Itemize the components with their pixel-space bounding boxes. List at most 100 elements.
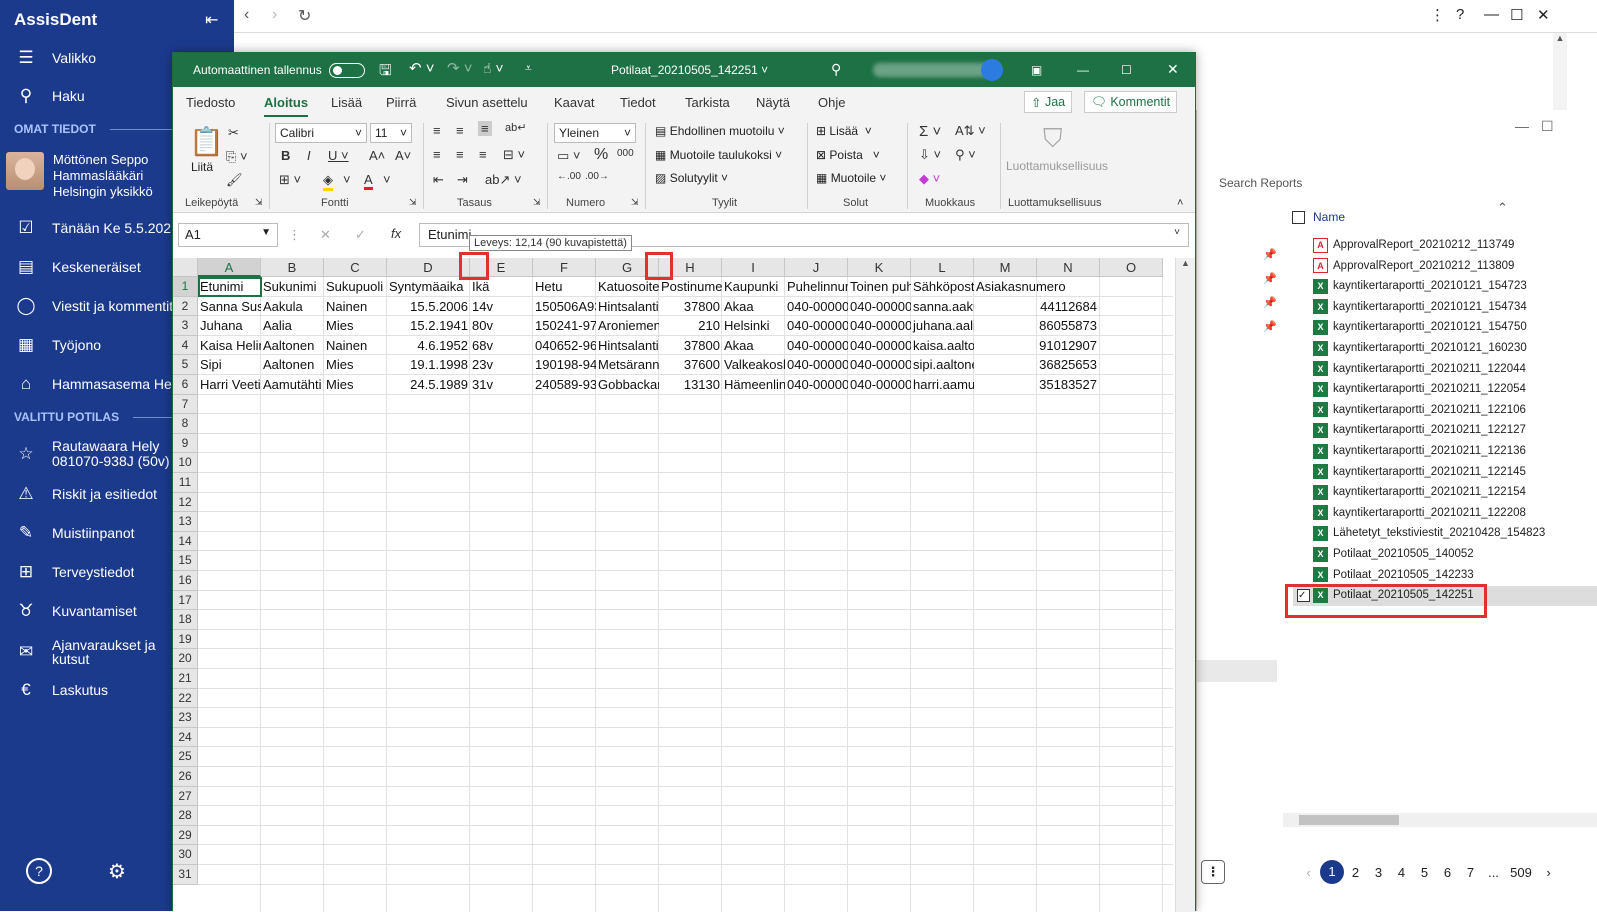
header-cell[interactable]: Puhelinnumero — [785, 277, 848, 296]
row-header[interactable]: 7 — [173, 394, 198, 415]
row-header[interactable]: 2 — [173, 296, 198, 317]
row-header[interactable]: 8 — [173, 414, 198, 434]
header-cell[interactable]: Sähköposti — [911, 277, 974, 296]
table-cell[interactable]: 040-00000 — [785, 336, 848, 355]
ribbon-display-icon[interactable]: ▣ — [1031, 63, 1042, 77]
page-2[interactable]: 2 — [1344, 865, 1367, 880]
number-format-select[interactable]: Yleinen ˅ — [554, 123, 636, 143]
tab-formulas[interactable]: Kaavat — [554, 95, 594, 110]
table-cell[interactable]: Aroniemenkatu — [596, 316, 659, 335]
file-row[interactable]: Xkayntikertaraportti_20210121_154750 — [1313, 317, 1527, 337]
table-cell[interactable]: 150241-97 — [533, 316, 596, 335]
file-row[interactable]: Xkayntikertaraportti_20210121_154723 — [1313, 276, 1527, 296]
refresh-icon[interactable]: ↻ — [298, 6, 311, 26]
page-5[interactable]: 5 — [1413, 865, 1436, 880]
table-cell[interactable]: juhana.aalia — [911, 316, 974, 335]
table-cell[interactable]: 31v — [470, 375, 533, 394]
table-cell[interactable]: 80v — [470, 316, 533, 335]
search-reports-input[interactable]: Search Reports — [1219, 176, 1302, 190]
help-question-icon[interactable]: ? — [1456, 6, 1464, 23]
table-cell[interactable]: 040-00000 — [848, 375, 911, 394]
sort-chevron-icon[interactable]: ⌃ — [1497, 200, 1508, 216]
file-row[interactable]: X Lähetetyt_tekstiviestit_20210428_154823 — [1313, 523, 1545, 543]
row-header[interactable]: 25 — [173, 747, 198, 767]
row-header[interactable]: 19 — [173, 629, 198, 650]
more-actions-button[interactable]: ⋮ — [1201, 860, 1225, 884]
table-cell[interactable]: 14v — [470, 297, 533, 316]
table-cell[interactable]: 190198-94 — [533, 355, 596, 374]
row-header[interactable]: 17 — [173, 590, 198, 611]
avatar[interactable] — [981, 59, 1003, 81]
header-cell[interactable]: Toinen puhelin — [848, 277, 911, 296]
row-header[interactable]: 14 — [173, 531, 198, 552]
page-3[interactable]: 3 — [1367, 865, 1390, 880]
table-cell[interactable]: sanna.aakula — [911, 297, 974, 316]
orientation-icon[interactable]: ab↗ ˅ — [485, 172, 522, 188]
table-cell[interactable]: Akaa — [722, 336, 785, 355]
page-last[interactable]: 509 — [1505, 865, 1537, 880]
row-header[interactable]: 5 — [173, 355, 198, 375]
table-cell[interactable]: 150506A93 — [533, 297, 596, 316]
file-row[interactable]: A ApprovalReport_20210212_113749 — [1313, 235, 1514, 255]
table-cell[interactable]: Juhana — [198, 316, 261, 335]
fill-icon[interactable]: ⇩ ˅ — [919, 147, 941, 163]
table-cell[interactable]: 15.5.2006 — [387, 297, 470, 316]
autosum-icon[interactable]: Σ ˅ — [919, 123, 941, 140]
worksheet-grid[interactable]: A B C D E F G H I J K L M N O 1 2 3 4 5 6 7 8 9 10 11 12 13 14 15 16 17… — [173, 252, 1195, 912]
file-row[interactable]: Xkayntikertaraportti_20210121_154734 — [1313, 297, 1527, 317]
row-header[interactable]: 4 — [173, 335, 198, 356]
table-cell[interactable]: Aamutähti — [261, 375, 324, 394]
row-header[interactable]: 28 — [173, 806, 198, 826]
help-icon[interactable]: ? — [26, 858, 52, 884]
decrease-indent-icon[interactable]: ⇤ — [433, 172, 444, 188]
vertical-scrollbar[interactable]: ▲ — [1175, 258, 1195, 912]
column-header[interactable]: D — [387, 258, 470, 277]
table-cell[interactable]: Mies — [324, 316, 387, 335]
reports-maximize-icon[interactable]: ☐ — [1541, 118, 1554, 135]
table-cell[interactable]: Hintsalantie — [596, 297, 659, 316]
row-header[interactable]: 20 — [173, 649, 198, 669]
table-cell[interactable]: 86055873 — [974, 316, 1099, 335]
table-cell[interactable]: Mies — [324, 375, 387, 394]
row-header[interactable]: 10 — [173, 453, 198, 473]
format-cells-button[interactable]: ▦ Muotoile ˅ — [816, 171, 886, 185]
table-cell[interactable]: 040-00000 — [785, 316, 848, 335]
sensitivity-icon[interactable]: ⛉ — [1043, 123, 1063, 155]
tab-draw[interactable]: Piirrä — [386, 95, 416, 110]
settings-icon[interactable]: ⚙ — [104, 858, 130, 884]
font-color-icon[interactable]: A — [364, 172, 373, 190]
file-row[interactable]: Xkayntikertaraportti_20210211_122145 — [1313, 462, 1526, 482]
table-cell[interactable]: 040-00000 — [785, 355, 848, 374]
file-row[interactable]: Xkayntikertaraportti_20210211_122054 — [1313, 379, 1526, 399]
excel-minimize-icon[interactable]: — — [1077, 63, 1089, 77]
font-name-select[interactable]: Calibri ˅ — [275, 123, 367, 143]
column-header[interactable]: L — [911, 258, 974, 277]
file-row[interactable]: Xkayntikertaraportti_20210211_122127 — [1313, 420, 1526, 440]
page-6[interactable]: 6 — [1436, 865, 1459, 880]
table-cell[interactable]: 240589-93 — [533, 375, 596, 394]
account-name[interactable] — [873, 63, 993, 77]
minimize-icon[interactable]: — — [1484, 6, 1499, 23]
italic-icon[interactable]: I — [307, 148, 311, 163]
shrink-font-icon[interactable]: A˅ — [395, 148, 411, 163]
wrap-text-icon[interactable]: ab↵ — [505, 121, 526, 134]
select-all-checkbox[interactable] — [1292, 210, 1305, 224]
table-cell[interactable]: 040-00000 — [848, 336, 911, 355]
column-header[interactable]: I — [722, 258, 785, 277]
search-icon[interactable]: ⚲ — [831, 61, 841, 78]
table-cell[interactable]: Aalia — [261, 316, 324, 335]
tab-review[interactable]: Tarkista — [685, 95, 730, 110]
row-header[interactable]: 23 — [173, 708, 198, 728]
column-header[interactable]: N — [1037, 258, 1100, 277]
row-header[interactable]: 26 — [173, 767, 198, 787]
row-header[interactable]: 15 — [173, 551, 198, 571]
forward-icon[interactable]: › — [272, 6, 277, 24]
row-header[interactable]: 31 — [173, 865, 198, 885]
tab-home[interactable]: Aloitus — [264, 95, 309, 118]
row-header[interactable]: 24 — [173, 727, 198, 748]
undo-icon[interactable]: ↶ ˅ — [409, 59, 435, 77]
table-cell[interactable]: Hintsalantie — [596, 336, 659, 355]
table-cell[interactable]: Hämeenlinna — [722, 375, 785, 394]
row-header[interactable]: 18 — [173, 610, 198, 630]
header-cell[interactable]: Asiakasnumero — [974, 277, 1099, 296]
